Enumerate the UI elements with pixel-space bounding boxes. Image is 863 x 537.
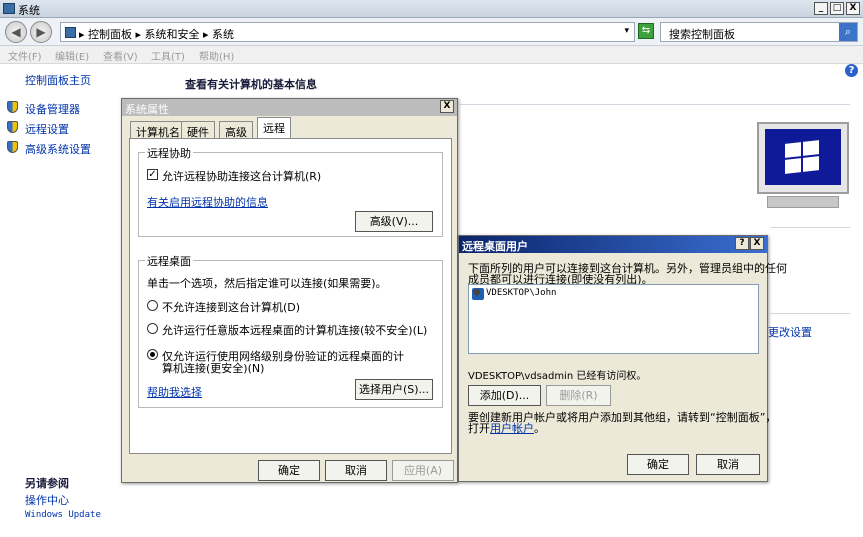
see-also-heading: 另请参阅 [25, 477, 69, 490]
remote-assistance-group: 远程协助 ✓ 允许远程协助连接这台计算机(R) 有关启用远程协助的信息 高级(V… [138, 145, 443, 237]
separator [460, 104, 850, 105]
remove-user-button[interactable]: 删除(R) [546, 385, 611, 406]
windows-logo-icon [765, 129, 841, 185]
refresh-icon[interactable]: ⇆ [638, 23, 654, 39]
shield-icon [7, 141, 18, 153]
user-list[interactable]: VDESKTOP\John [468, 284, 759, 354]
checkbox-label: 允许远程协助连接这台计算机(R) [162, 170, 322, 183]
menu-view[interactable]: 查看(V) [103, 48, 138, 63]
chevron-down-icon[interactable]: ▾ [624, 26, 629, 36]
dialog-title: 系统属性 [125, 103, 169, 116]
tab-hardware[interactable]: 硬件 [181, 121, 215, 139]
remote-desktop-group: 远程桌面 单击一个选项，然后指定谁可以连接(如果需要)。 不允许连接到这台计算机… [138, 253, 443, 408]
radio-label: 不允许连接到这台计算机(D) [162, 301, 301, 314]
advanced-system-settings-link[interactable]: 高级系统设置 [25, 141, 91, 157]
window-title: 系统 [18, 4, 40, 17]
shield-icon [7, 101, 18, 113]
help-me-choose-link[interactable]: 帮助我选择 [147, 384, 202, 400]
help-button[interactable]: ? [735, 237, 749, 250]
tab-computer-name[interactable]: 计算机名 [130, 121, 186, 139]
remote-settings-link[interactable]: 远程设置 [25, 121, 69, 137]
radio-label: 算机连接(更安全)(N) [162, 362, 265, 375]
action-center-link[interactable]: 操作中心 [25, 492, 69, 508]
dialog-title-bar: 远程桌面用户 ? X [459, 236, 767, 253]
windows-update-link[interactable]: Windows Update [25, 510, 101, 520]
group-label: 远程桌面 [145, 253, 193, 269]
menu-help[interactable]: 帮助(H) [199, 48, 234, 63]
user-icon [472, 288, 484, 300]
separator [770, 227, 850, 228]
control-panel-home-link[interactable]: 控制面板主页 [25, 72, 91, 88]
menu-edit[interactable]: 编辑(E) [55, 48, 89, 63]
close-button[interactable]: X [440, 100, 454, 113]
advanced-button[interactable]: 高级(V)... [355, 211, 433, 232]
close-button[interactable]: X [846, 2, 860, 15]
breadcrumb[interactable]: ▸ 控制面板 ▸ 系统和安全 ▸ 系统 [79, 26, 234, 42]
change-settings-link[interactable]: 更改设置 [768, 324, 812, 340]
remote-desktop-description: 单击一个选项，然后指定谁可以连接(如果需要)。 [147, 277, 387, 290]
radio-disallow[interactable] [147, 300, 158, 311]
select-users-button[interactable]: 选择用户(S)... [355, 379, 433, 400]
monitor-icon [757, 122, 849, 194]
radio-label: 允许运行任意版本远程桌面的计算机连接(较不安全)(L) [162, 324, 428, 337]
remote-desktop-users-dialog: 远程桌面用户 ? X 下面所列的用户可以连接到这台计算机。另外，管理员组中的任何… [458, 235, 787, 482]
page-title: 查看有关计算机的基本信息 [185, 78, 317, 91]
search-placeholder: 搜索控制面板 [669, 28, 735, 41]
control-panel-icon [65, 27, 76, 38]
system-properties-dialog: 系统属性 X 计算机名 硬件 高级 远程协助 ✓ 允许远程协助连接这台计算机(R… [121, 98, 458, 483]
search-input[interactable]: 搜索控制面板 ⌕ [660, 22, 858, 42]
close-button[interactable]: X [750, 237, 764, 250]
menu-file[interactable]: 文件(F) [8, 48, 42, 63]
ok-button[interactable]: 确定 [627, 454, 689, 475]
tab-advanced[interactable]: 高级 [219, 121, 253, 139]
footer-suffix: 。 [534, 422, 545, 435]
shield-icon [7, 121, 18, 133]
system-window: 系统 _ □ X ◀ ▶ ▸ 控制面板 ▸ 系统和安全 ▸ 系统 ▾ ⇆ 搜索控… [0, 0, 863, 537]
footer-prefix: 打开 [468, 422, 490, 435]
help-icon[interactable]: ? [845, 64, 858, 77]
ok-button[interactable]: 确定 [258, 460, 320, 481]
user-accounts-link[interactable]: 用户帐户 [490, 422, 534, 435]
menu-bar: 文件(F) 编辑(E) 查看(V) 工具(T) 帮助(H) [0, 46, 863, 64]
add-user-button[interactable]: 添加(D)... [468, 385, 541, 406]
search-icon[interactable]: ⌕ [839, 23, 857, 41]
group-label: 远程协助 [145, 145, 193, 161]
separator [770, 313, 850, 314]
title-bar: 系统 _ □ X [0, 0, 863, 18]
remote-assistance-info-link[interactable]: 有关启用远程协助的信息 [147, 194, 268, 210]
footer-text-2: 打开用户帐户。 [468, 420, 545, 436]
forward-button[interactable]: ▶ [30, 21, 52, 43]
address-box[interactable]: ▸ 控制面板 ▸ 系统和安全 ▸ 系统 ▾ [60, 22, 635, 42]
list-item[interactable]: VDESKTOP\John [486, 288, 556, 298]
dialog-title-bar: 系统属性 X [122, 99, 457, 116]
allow-remote-assistance-checkbox[interactable]: ✓ [147, 169, 158, 180]
radio-allow-nla[interactable] [147, 349, 158, 360]
cancel-button[interactable]: 取消 [325, 460, 387, 481]
apply-button[interactable]: 应用(A) [392, 460, 454, 481]
back-button[interactable]: ◀ [5, 21, 27, 43]
cancel-button[interactable]: 取消 [696, 454, 760, 475]
radio-allow-any[interactable] [147, 323, 158, 334]
access-note: VDESKTOP\vdsadmin 已经有访问权。 [468, 371, 647, 382]
device-manager-link[interactable]: 设备管理器 [25, 101, 80, 117]
dialog-title: 远程桌面用户 [462, 240, 528, 253]
monitor-stand [767, 196, 839, 208]
menu-tools[interactable]: 工具(T) [151, 48, 185, 63]
system-app-icon [3, 3, 15, 14]
address-bar: ◀ ▶ ▸ 控制面板 ▸ 系统和安全 ▸ 系统 ▾ ⇆ 搜索控制面板 ⌕ [0, 18, 863, 46]
minimize-button[interactable]: _ [814, 2, 828, 15]
maximize-button[interactable]: □ [830, 2, 844, 15]
tab-panel-remote: 远程协助 ✓ 允许远程协助连接这台计算机(R) 有关启用远程协助的信息 高级(V… [129, 138, 452, 454]
tab-remote[interactable]: 远程 [257, 117, 291, 138]
